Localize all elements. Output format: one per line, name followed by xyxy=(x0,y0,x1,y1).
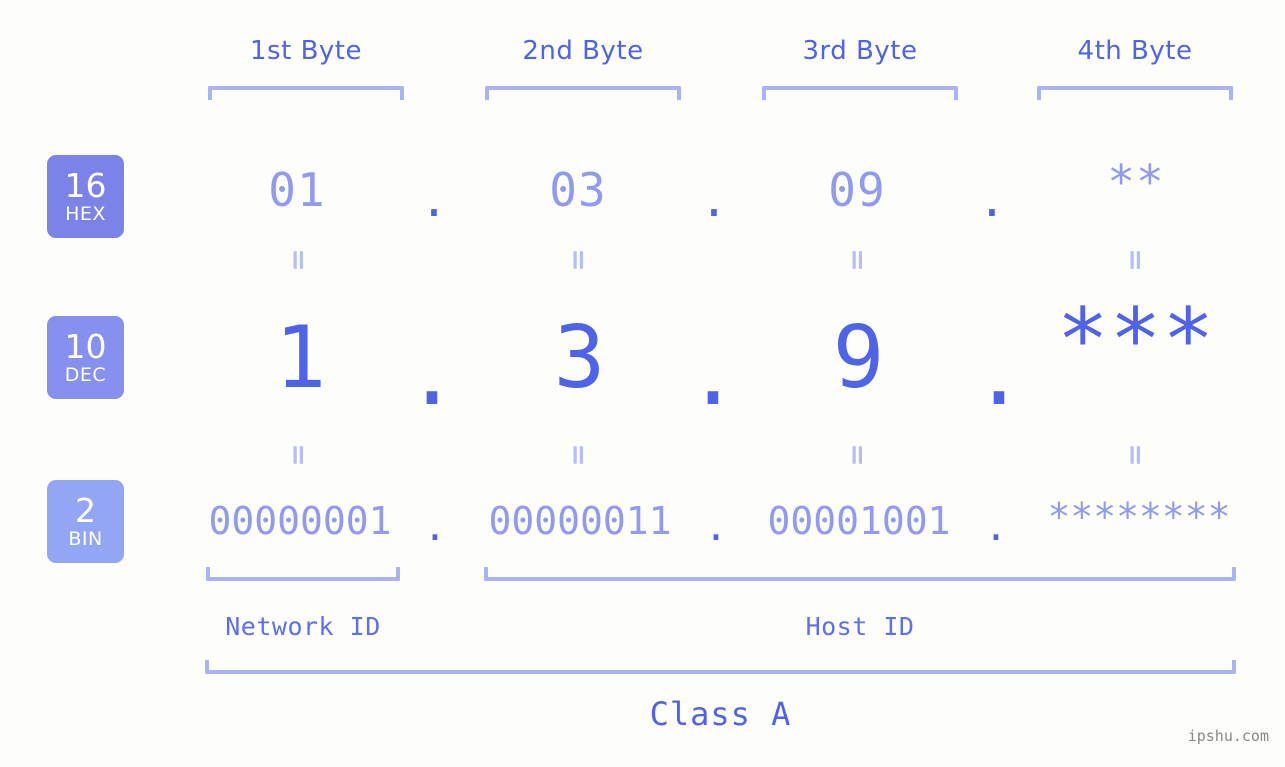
class-bracket xyxy=(205,660,1236,674)
hex-octet-4: ** xyxy=(1107,155,1165,209)
base-badge-dec-number: 10 xyxy=(64,327,107,366)
equality-mark-hex-dec-2: = xyxy=(562,248,596,274)
hex-octet-3: 09 xyxy=(828,163,886,217)
byte-bracket-2 xyxy=(485,86,681,100)
equality-mark-hex-dec-4: = xyxy=(1119,248,1153,274)
hex-separator-3: . xyxy=(978,173,1006,227)
network-id-bracket xyxy=(206,567,400,581)
dec-octet-2: 3 xyxy=(553,308,607,408)
bin-octet-2: 00000011 xyxy=(488,499,672,543)
hex-separator-1: . xyxy=(420,173,448,227)
base-badge-dec: 10 DEC xyxy=(47,316,124,399)
base-badge-bin-name: BIN xyxy=(68,528,103,550)
bin-separator-2: . xyxy=(704,505,728,549)
base-badge-dec-name: DEC xyxy=(64,364,107,386)
dec-separator-2: . xyxy=(687,325,739,425)
hex-separator-2: . xyxy=(700,173,728,227)
byte-header-1: 1st Byte xyxy=(250,36,362,66)
dec-separator-1: . xyxy=(406,325,458,425)
equality-mark-dec-bin-4: = xyxy=(1119,443,1153,469)
byte-header-3: 3rd Byte xyxy=(802,36,918,66)
byte-bracket-1 xyxy=(208,86,404,100)
host-id-bracket xyxy=(484,567,1236,581)
bin-octet-1: 00000001 xyxy=(208,499,392,543)
base-badge-bin-number: 2 xyxy=(75,491,96,530)
equality-mark-hex-dec-1: = xyxy=(282,248,316,274)
hex-octet-1: 01 xyxy=(268,163,326,217)
equality-mark-dec-bin-3: = xyxy=(841,443,875,469)
bin-octet-3: 00001001 xyxy=(767,499,951,543)
bin-separator-1: . xyxy=(423,505,447,549)
base-badge-hex-number: 16 xyxy=(64,166,107,205)
bin-octet-4: ******** xyxy=(1047,495,1231,539)
class-label: Class A xyxy=(649,695,792,733)
dec-octet-1: 1 xyxy=(274,308,328,408)
bin-separator-3: . xyxy=(984,505,1008,549)
base-badge-hex: 16 HEX xyxy=(47,155,124,238)
equality-mark-dec-bin-1: = xyxy=(282,443,316,469)
dec-separator-3: . xyxy=(973,325,1025,425)
site-watermark: ipshu.com xyxy=(1187,727,1269,745)
byte-bracket-3 xyxy=(762,86,958,100)
dec-octet-3: 9 xyxy=(832,308,886,408)
equality-mark-hex-dec-3: = xyxy=(841,248,875,274)
dec-octet-4: *** xyxy=(1056,290,1216,390)
byte-bracket-4 xyxy=(1037,86,1233,100)
ip-breakdown-diagram: 1st Byte 2nd Byte 3rd Byte 4th Byte 16 H… xyxy=(0,0,1285,767)
byte-header-2: 2nd Byte xyxy=(522,36,644,66)
byte-header-4: 4th Byte xyxy=(1077,36,1193,66)
base-badge-bin: 2 BIN xyxy=(47,480,124,563)
base-badge-hex-name: HEX xyxy=(65,203,106,225)
network-id-label: Network ID xyxy=(225,612,381,641)
host-id-label: Host ID xyxy=(805,612,915,641)
hex-octet-2: 03 xyxy=(549,163,607,217)
equality-mark-dec-bin-2: = xyxy=(562,443,596,469)
